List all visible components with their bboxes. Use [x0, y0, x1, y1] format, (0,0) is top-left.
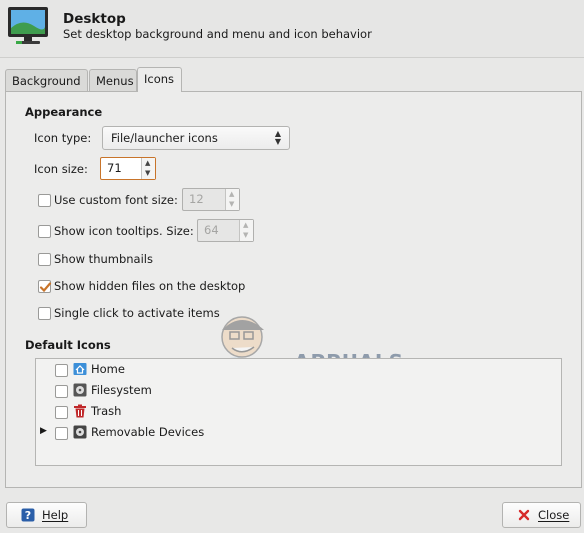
spin-up-icon[interactable]: ▲ — [229, 191, 234, 198]
help-button[interactable]: ? Help — [6, 502, 87, 528]
icons-panel: Appearance Icon type: File/launcher icon… — [5, 91, 582, 488]
home-folder-icon — [73, 363, 87, 375]
trash-icon — [74, 404, 86, 418]
custom-font-value: 12 — [189, 192, 204, 206]
trash-checkbox[interactable] — [55, 406, 68, 419]
close-button[interactable]: Close — [502, 502, 581, 528]
trash-label: Trash — [91, 404, 122, 418]
single-click-checkbox[interactable] — [38, 307, 51, 320]
filesystem-label: Filesystem — [91, 383, 152, 397]
icon-size-spinner[interactable]: 71 ▲ ▼ — [100, 157, 156, 180]
hidden-files-checkbox[interactable] — [38, 280, 52, 293]
drive-icon — [73, 383, 87, 397]
single-click-label: Single click to activate items — [54, 306, 220, 320]
thumbnails-label: Show thumbnails — [54, 252, 153, 266]
thumbnails-checkbox[interactable] — [38, 253, 51, 266]
icon-size-label: Icon size: — [34, 162, 88, 176]
tree-row-trash[interactable]: Trash — [36, 402, 561, 422]
tooltips-size-value: 64 — [204, 223, 219, 237]
icon-size-value: 71 — [107, 161, 122, 175]
default-icons-tree[interactable]: Home Filesystem Trash ▶ Removable Device… — [35, 358, 562, 466]
hidden-files-label: Show hidden files on the desktop — [54, 279, 246, 293]
spin-down-icon[interactable]: ▼ — [229, 201, 234, 208]
home-label: Home — [91, 362, 125, 376]
select-arrows-icon: ▲ ▼ — [274, 129, 281, 146]
svg-text:?: ? — [25, 509, 31, 522]
spin-up-icon[interactable]: ▲ — [145, 160, 150, 167]
spin-down-icon[interactable]: ▼ — [243, 232, 248, 239]
tab-background-label: Background — [12, 74, 81, 88]
dialog-title: Desktop — [63, 11, 126, 27]
dialog-subtitle: Set desktop background and menu and icon… — [63, 27, 372, 41]
expand-arrow-icon[interactable]: ▶ — [40, 426, 47, 436]
tooltips-checkbox[interactable] — [38, 225, 51, 238]
help-label: Help — [42, 508, 69, 522]
custom-font-spinner[interactable]: 12 ▲ ▼ — [182, 188, 240, 211]
removable-devices-label: Removable Devices — [91, 425, 205, 439]
removable-devices-checkbox[interactable] — [55, 427, 68, 440]
dialog-header: Desktop Set desktop background and menu … — [0, 0, 584, 58]
checkmark-icon — [39, 282, 52, 293]
tooltips-size-spinner[interactable]: 64 ▲ ▼ — [197, 219, 254, 242]
tree-row-filesystem[interactable]: Filesystem — [36, 381, 561, 401]
help-icon: ? — [21, 508, 35, 522]
tree-row-removable-devices[interactable]: ▶ Removable Devices — [36, 423, 561, 443]
tree-row-home[interactable]: Home — [36, 360, 561, 380]
appearance-heading: Appearance — [25, 105, 103, 119]
filesystem-checkbox[interactable] — [55, 385, 68, 398]
icon-type-select[interactable]: File/launcher icons ▲ ▼ — [102, 126, 290, 150]
spin-up-icon[interactable]: ▲ — [243, 222, 248, 229]
close-label: Close — [538, 508, 570, 522]
home-checkbox[interactable] — [55, 364, 68, 377]
tooltips-spin-buttons[interactable]: ▲ ▼ — [239, 220, 253, 241]
icon-type-label: Icon type: — [34, 131, 92, 145]
tooltips-label: Show icon tooltips. Size: — [54, 224, 194, 238]
tab-background[interactable]: Background — [5, 69, 88, 91]
tab-icons-label: Icons — [144, 72, 175, 86]
custom-font-checkbox[interactable] — [38, 194, 51, 207]
tab-menus[interactable]: Menus — [89, 69, 137, 91]
icon-size-spin-buttons[interactable]: ▲ ▼ — [141, 158, 155, 179]
default-icons-heading: Default Icons — [25, 338, 111, 352]
tab-icons[interactable]: Icons — [137, 67, 182, 92]
custom-font-label: Use custom font size: — [54, 193, 178, 207]
removable-drive-icon — [73, 425, 87, 439]
custom-font-spin-buttons[interactable]: ▲ ▼ — [225, 189, 239, 210]
close-icon — [518, 509, 530, 521]
icon-type-value: File/launcher icons — [111, 131, 218, 145]
tab-menus-label: Menus — [96, 74, 134, 88]
monitor-icon — [8, 7, 48, 44]
spin-down-icon[interactable]: ▼ — [145, 170, 150, 177]
